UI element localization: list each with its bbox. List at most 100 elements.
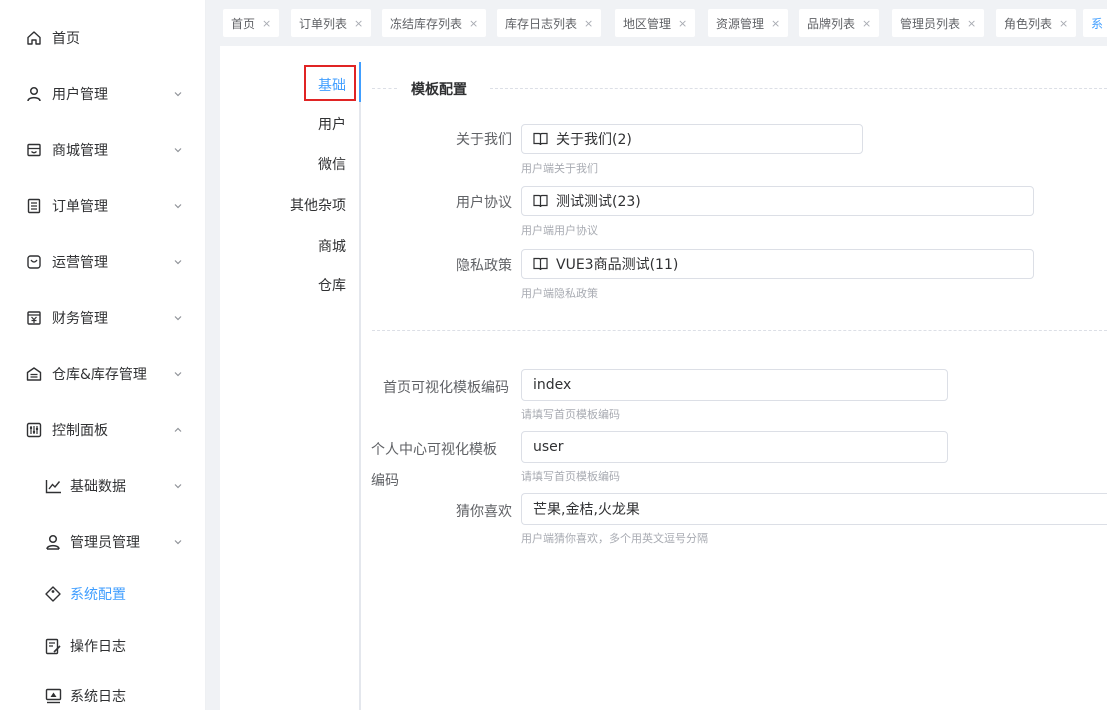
edit-log-icon (44, 637, 62, 655)
chevron-down-icon (174, 484, 182, 489)
about-select[interactable]: 关于我们(2) (521, 124, 863, 154)
chevron-down-icon (174, 372, 182, 377)
settings-tab-misc[interactable]: 其他杂项 (290, 195, 346, 215)
sidebar-item-system-log[interactable]: 系统日志 (0, 668, 206, 724)
sidebar-item-admin-management[interactable]: 管理员管理 (0, 514, 206, 570)
shop-icon (25, 141, 43, 159)
tab-frozen-stock-list[interactable]: 冻结库存列表 × (382, 9, 487, 37)
close-icon[interactable]: × (967, 17, 976, 30)
close-icon[interactable]: × (469, 17, 478, 30)
book-icon (533, 132, 548, 146)
tab-label: 库存日志列表 (505, 16, 578, 31)
user-template-value: user (533, 439, 564, 455)
settings-tab-user[interactable]: 用户 (318, 114, 346, 134)
tab-label: 品牌列表 (807, 16, 856, 31)
sidebar-item-finance-management[interactable]: 财务管理 (0, 290, 206, 346)
tab-resource-management[interactable]: 资源管理 × (708, 9, 789, 37)
tab-stock-log-list[interactable]: 库存日志列表 × (497, 9, 602, 37)
book-icon (533, 257, 548, 271)
privacy-select[interactable]: VUE3商品测试(11) (521, 249, 1034, 279)
tab-system-config[interactable]: 系 (1083, 9, 1107, 37)
guess-like-value: 芒果,金桔,火龙果 (533, 502, 640, 518)
chevron-down-icon (174, 148, 182, 153)
tab-brand-list[interactable]: 品牌列表 × (799, 9, 880, 37)
privacy-value: VUE3商品测试(11) (556, 257, 679, 273)
tab-label: 订单列表 (299, 16, 348, 31)
sidebar-item-label: 首页 (52, 31, 80, 47)
close-icon[interactable]: × (678, 17, 687, 30)
agreement-hint: 用户端用户协议 (521, 224, 598, 237)
user-template-label: 个人中心可视化模板 (371, 442, 497, 458)
privacy-label: 隐私政策 (456, 258, 512, 274)
close-icon[interactable]: × (771, 17, 780, 30)
guess-like-label: 猜你喜欢 (456, 504, 512, 520)
sidebar: 首页 用户管理 商城管理 订单管理 运营管理 财务管理 仓库&库存管理 控制面板… (0, 0, 206, 710)
sidebar-item-operation-log[interactable]: 操作日志 (0, 618, 206, 674)
user-icon (25, 85, 43, 103)
sidebar-item-operation-management[interactable]: 运营管理 (0, 234, 206, 290)
chevron-down-icon (174, 92, 182, 97)
sidebar-item-label: 控制面板 (52, 423, 108, 439)
sidebar-item-order-management[interactable]: 订单管理 (0, 178, 206, 234)
chevron-down-icon (174, 260, 182, 265)
sidebar-item-label: 系统配置 (70, 587, 126, 603)
sidebar-item-basic-data[interactable]: 基础数据 (0, 458, 206, 514)
close-icon[interactable]: × (354, 17, 363, 30)
sidebar-item-label: 基础数据 (70, 479, 126, 495)
settings-tab-warehouse[interactable]: 仓库 (318, 275, 346, 295)
control-panel-icon (25, 421, 43, 439)
system-config-icon (44, 585, 62, 603)
sidebar-item-label: 运营管理 (52, 255, 108, 271)
close-icon[interactable]: × (862, 17, 871, 30)
sidebar-item-shop-management[interactable]: 商城管理 (0, 122, 206, 178)
layout-gutter (206, 0, 220, 710)
tab-role-list[interactable]: 角色列表 × (996, 9, 1077, 37)
user-template-hint: 请填写首页模板编码 (521, 470, 620, 483)
guess-like-input[interactable]: 芒果,金桔,火龙果 (521, 493, 1107, 525)
home-template-hint: 请填写首页模板编码 (521, 408, 620, 421)
operation-icon (25, 253, 43, 271)
sidebar-item-user-management[interactable]: 用户管理 (0, 66, 206, 122)
tab-admin-list[interactable]: 管理员列表 × (892, 9, 985, 37)
home-template-input[interactable]: index (521, 369, 948, 401)
user-template-label-line2: 编码 (371, 473, 399, 489)
tab-label: 管理员列表 (900, 16, 961, 31)
settings-tab-shop[interactable]: 商城 (318, 236, 346, 256)
user-template-input[interactable]: user (521, 431, 948, 463)
chevron-up-icon (174, 427, 182, 432)
chevron-down-icon (174, 316, 182, 321)
form-divider (372, 330, 1107, 331)
tab-region-management[interactable]: 地区管理 × (615, 9, 696, 37)
agreement-label: 用户协议 (456, 195, 512, 211)
sidebar-item-system-config[interactable]: 系统配置 (0, 566, 206, 622)
sidebar-item-label: 系统日志 (70, 689, 126, 705)
sidebar-item-label: 操作日志 (70, 639, 126, 655)
agreement-select[interactable]: 测试测试(23) (521, 186, 1034, 216)
close-icon[interactable]: × (1059, 17, 1068, 30)
section-title: 模板配置 (411, 82, 467, 98)
guess-like-hint: 用户端猜你喜欢，多个用英文逗号分隔 (521, 532, 708, 545)
book-icon (533, 194, 548, 208)
privacy-hint: 用户端隐私政策 (521, 287, 598, 300)
sidebar-item-home[interactable]: 首页 (0, 10, 206, 66)
settings-tab-wechat[interactable]: 微信 (318, 154, 346, 174)
chevron-down-icon (174, 540, 182, 545)
close-icon[interactable]: × (584, 17, 593, 30)
home-icon (25, 29, 43, 47)
tab-label: 地区管理 (623, 16, 672, 31)
about-hint: 用户端关于我们 (521, 162, 598, 175)
sidebar-item-label: 财务管理 (52, 311, 108, 327)
section-divider-right (490, 88, 1107, 89)
tab-label: 系 (1091, 16, 1104, 31)
sidebar-item-warehouse-management[interactable]: 仓库&库存管理 (0, 346, 206, 402)
chart-line-icon (44, 477, 62, 495)
finance-icon (25, 309, 43, 327)
tab-home[interactable]: 首页 × (223, 9, 280, 37)
tab-order-list[interactable]: 订单列表 × (291, 9, 372, 37)
about-label: 关于我们 (456, 132, 512, 148)
monitor-icon (44, 687, 62, 705)
tab-label: 首页 (231, 16, 256, 31)
section-divider-left (372, 88, 397, 89)
close-icon[interactable]: × (262, 17, 271, 30)
sidebar-item-control-panel[interactable]: 控制面板 (0, 402, 206, 458)
